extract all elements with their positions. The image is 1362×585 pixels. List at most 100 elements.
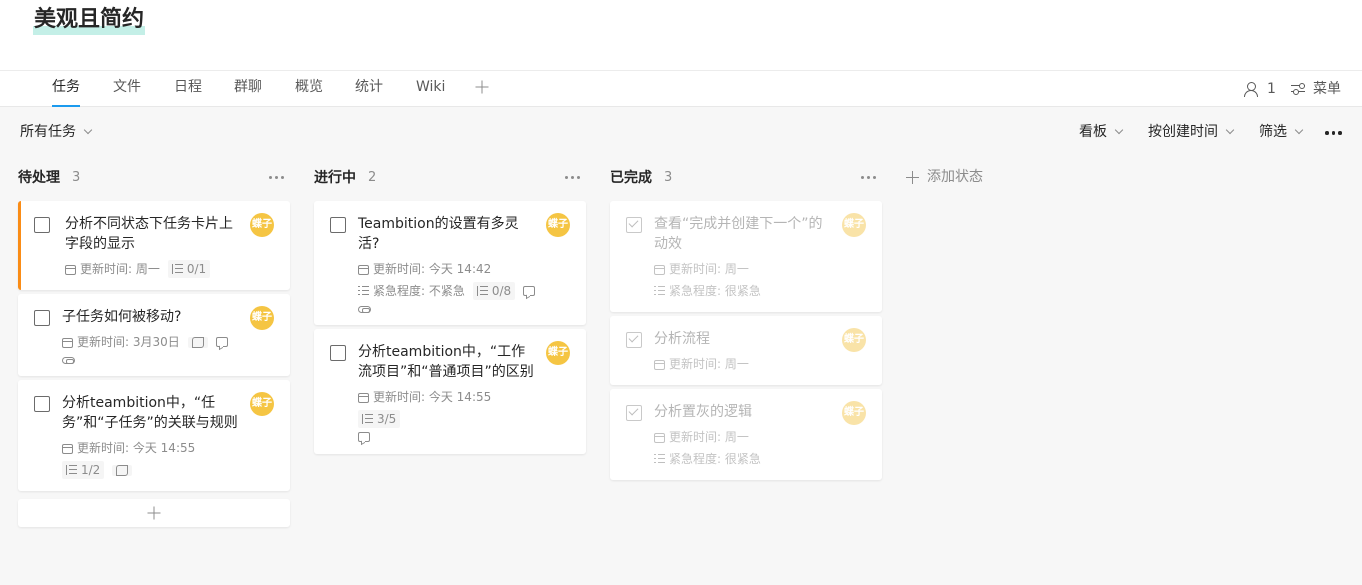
updated-time-text: 更新时间: 周一: [80, 262, 160, 276]
chevron-down-icon: [83, 125, 93, 135]
comment-icon: [358, 432, 370, 442]
subtask-count-text: 0/8: [491, 284, 512, 298]
view-dropdown[interactable]: 看板: [1079, 122, 1124, 142]
updated-time: 更新时间: 今天 14:55: [358, 388, 491, 406]
column-name: 进行中: [314, 170, 356, 186]
task-checkbox[interactable]: [626, 332, 642, 348]
avatar[interactable]: 蝶子: [546, 213, 570, 237]
add-task-button[interactable]: [18, 499, 290, 527]
repeat-badge: [187, 336, 208, 348]
tab-statistics[interactable]: 统计: [355, 71, 383, 107]
task-card[interactable]: 子任务如何被移动? 蝶子 更新时间: 3月30日: [18, 294, 290, 376]
subtask-count: 1/2: [62, 461, 105, 479]
task-title: 分析置灰的逻辑: [654, 404, 752, 420]
task-checkbox[interactable]: [626, 405, 642, 421]
subtask-count: 0/1: [167, 260, 211, 278]
tab-tasks[interactable]: 任务: [52, 71, 80, 107]
avatar[interactable]: 蝶子: [842, 328, 866, 352]
task-card[interactable]: 分析不同状态下任务卡片上字段的显示 蝶子 更新时间: 周一 0/1: [18, 201, 290, 290]
column-more-icon[interactable]: [565, 175, 580, 179]
task-title: 分析teambition中，“工作流项目”和“普通项目”的区别: [358, 344, 534, 380]
column-name: 待处理: [18, 170, 60, 186]
task-title: 查看“完成并创建下一个”的动效: [654, 216, 823, 252]
calendar-icon: [358, 392, 369, 403]
column-count: 3: [72, 169, 81, 185]
column-more-icon[interactable]: [861, 175, 876, 179]
avatar[interactable]: 蝶子: [250, 306, 274, 330]
tab-wiki[interactable]: Wiki: [416, 71, 445, 107]
add-status-button[interactable]: 添加状态: [906, 167, 983, 187]
column-name: 已完成: [610, 170, 652, 186]
tab-overview[interactable]: 概览: [295, 71, 323, 107]
task-checkbox[interactable]: [330, 217, 346, 233]
urgency: 紧急程度: 很紧急: [654, 450, 761, 468]
column-header: 待处理 3: [18, 157, 290, 197]
urgency-text: 紧急程度: 不紧急: [373, 284, 465, 298]
project-header: 美观且简约: [0, 0, 1362, 70]
add-tab-button[interactable]: [474, 71, 490, 107]
column-header: 进行中 2: [314, 157, 586, 197]
updated-time-text: 更新时间: 今天 14:42: [373, 262, 492, 276]
tab-schedule[interactable]: 日程: [174, 71, 202, 107]
person-icon: [1244, 82, 1260, 97]
subtask-icon: [476, 286, 488, 296]
more-options-button[interactable]: [1325, 131, 1342, 135]
plus-icon: [475, 80, 489, 94]
avatar[interactable]: 蝶子: [546, 341, 570, 365]
subtask-count: 3/5: [358, 410, 401, 428]
task-title: 子任务如何被移动?: [62, 309, 182, 325]
task-card[interactable]: Teambition的设置有多灵活? 蝶子 更新时间: 今天 14:42 紧急程…: [314, 201, 586, 325]
task-meta: 更新时间: 周一: [654, 355, 834, 373]
column-in-progress: 进行中 2 Teambition的设置有多灵活? 蝶子 更新时间: 今天 14:…: [314, 157, 586, 458]
column-more-icon[interactable]: [269, 175, 284, 179]
subtask-count-text: 1/2: [81, 463, 101, 477]
more-icon: [1325, 131, 1342, 135]
updated-time: 更新时间: 今天 14:55: [62, 439, 195, 457]
subtask-count-text: 3/5: [377, 412, 397, 426]
tab-files[interactable]: 文件: [113, 71, 141, 107]
task-card[interactable]: 分析置灰的逻辑 蝶子 更新时间: 周一 紧急程度: 很紧急: [610, 389, 882, 480]
subtask-count: 0/8: [472, 282, 516, 300]
task-meta: 更新时间: 周一 0/1: [65, 260, 242, 278]
calendar-icon: [62, 337, 73, 348]
column-count: 3: [664, 169, 673, 185]
urgency-text: 紧急程度: 很紧急: [669, 284, 761, 298]
updated-time-text: 更新时间: 今天 14:55: [77, 441, 196, 455]
chevron-down-icon: [1294, 125, 1304, 135]
page-title: 美观且简约: [33, 5, 146, 35]
task-meta: 更新时间: 周一 紧急程度: 很紧急: [654, 260, 834, 300]
attachment-icon: [62, 357, 75, 364]
plus-icon: [906, 170, 919, 184]
task-card[interactable]: 分析teambition中，“工作流项目”和“普通项目”的区别 蝶子 更新时间:…: [314, 329, 586, 454]
attachment-icon: [358, 306, 371, 313]
column-count: 2: [368, 169, 377, 185]
task-checkbox[interactable]: [330, 345, 346, 361]
chevron-down-icon: [1114, 125, 1124, 135]
view-label: 看板: [1079, 124, 1107, 140]
task-checkbox[interactable]: [626, 217, 642, 233]
task-card[interactable]: 分析teambition中，“任务”和“子任务”的关联与规则 蝶子 更新时间: …: [18, 380, 290, 491]
task-scope-dropdown[interactable]: 所有任务: [20, 122, 93, 142]
sort-dropdown[interactable]: 按创建时间: [1148, 122, 1235, 142]
task-card[interactable]: 查看“完成并创建下一个”的动效 蝶子 更新时间: 周一 紧急程度: 很紧急: [610, 201, 882, 312]
tab-group-chat[interactable]: 群聊: [234, 71, 262, 107]
column-header: 已完成 3: [610, 157, 882, 197]
avatar[interactable]: 蝶子: [842, 401, 866, 425]
menu-label: 菜单: [1313, 81, 1341, 97]
updated-time: 更新时间: 周一: [65, 260, 160, 278]
task-checkbox[interactable]: [34, 396, 50, 412]
avatar[interactable]: 蝶子: [250, 213, 274, 237]
task-checkbox[interactable]: [34, 310, 50, 326]
list-icon: [358, 286, 369, 296]
comment-icon: [523, 286, 536, 296]
updated-time: 更新时间: 周一: [654, 260, 834, 278]
task-checkbox[interactable]: [34, 217, 50, 233]
filter-dropdown[interactable]: 筛选: [1259, 122, 1304, 142]
task-card[interactable]: 分析流程 蝶子 更新时间: 周一: [610, 316, 882, 385]
members-button[interactable]: 1: [1244, 71, 1276, 107]
menu-button[interactable]: 菜单: [1291, 71, 1341, 107]
avatar[interactable]: 蝶子: [842, 213, 866, 237]
task-title: 分析流程: [654, 331, 710, 347]
task-meta: 更新时间: 今天 14:55 3/5: [358, 388, 538, 442]
avatar[interactable]: 蝶子: [250, 392, 274, 416]
